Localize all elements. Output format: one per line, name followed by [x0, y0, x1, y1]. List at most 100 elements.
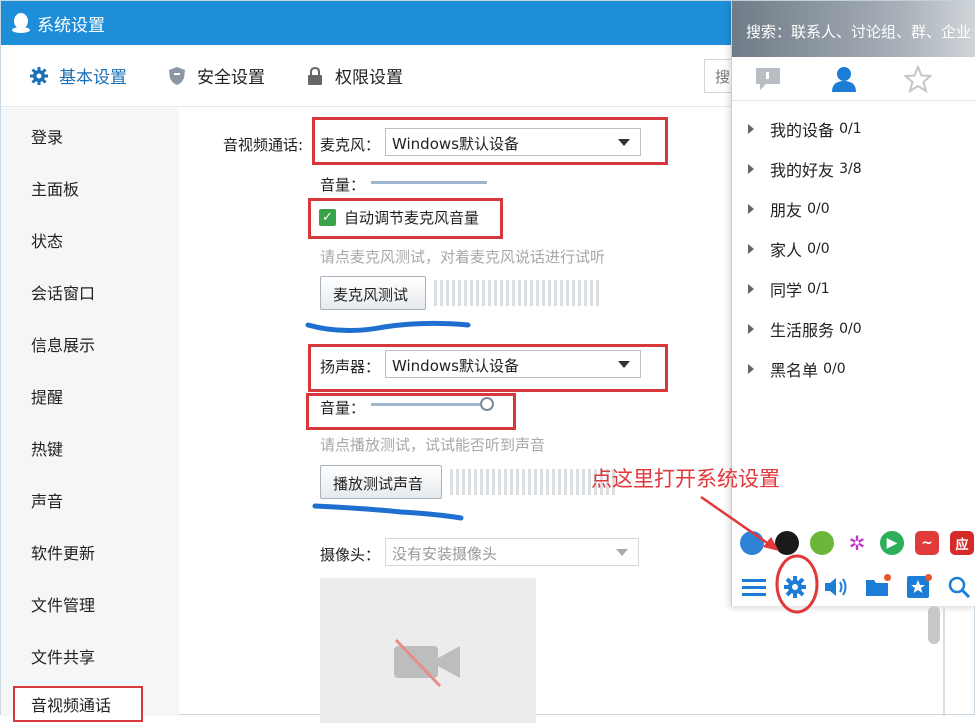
meter-bar [564, 469, 567, 495]
wallet-icon[interactable] [810, 531, 834, 555]
meter-bar [522, 469, 525, 495]
contact-group-family[interactable]: 家人 0/0 [748, 237, 830, 261]
meter-bar [470, 280, 473, 306]
camera-off-icon [394, 638, 460, 688]
meter-bar [468, 469, 471, 495]
meter-bar [504, 469, 507, 495]
meter-bar [548, 280, 551, 306]
contact-group-life-services[interactable]: 生活服务 0/0 [748, 317, 862, 341]
group-name: 同学 [770, 281, 803, 300]
meter-bar [584, 280, 587, 306]
tab-contacts[interactable] [828, 63, 860, 95]
contact-group-my-devices[interactable]: 我的设备 0/1 [748, 117, 862, 141]
meter-bar [500, 280, 503, 306]
sidebar-item-av-call[interactable]: 音视频通话 [13, 686, 143, 722]
tab-security-settings[interactable]: 安全设置 [167, 63, 265, 88]
sidebar-item-file-management[interactable]: 文件管理 [1, 578, 179, 630]
meter-bar [506, 280, 509, 306]
meter-bar [456, 469, 459, 495]
app-store-icon[interactable]: 应 [950, 531, 974, 555]
meter-bar [576, 469, 579, 495]
speaker-icon[interactable] [822, 573, 850, 601]
sidebar-item-file-sharing[interactable]: 文件共享 [1, 630, 179, 682]
meter-bar [578, 280, 581, 306]
sidebar-item-software-update[interactable]: 软件更新 [1, 526, 179, 578]
speaker-volume-label: 音量： [320, 399, 366, 417]
sidebar-item-login[interactable]: 登录 [1, 110, 179, 162]
speaker-test-button[interactable]: 播放测试声音 [320, 465, 442, 499]
tab-label: 基本设置 [59, 68, 127, 88]
contact-search-input[interactable]: 搜索：联系人、讨论组、群、企业 [732, 1, 975, 57]
panel-scrollbar[interactable] [928, 606, 940, 644]
pinwheel-icon[interactable]: ✲ [845, 531, 869, 555]
group-count: 3/8 [839, 161, 862, 177]
sidebar-item-chat-window[interactable]: 会话窗口 [1, 266, 179, 318]
tab-messages[interactable] [752, 63, 784, 95]
expand-arrow-icon [748, 204, 754, 214]
meter-bar [464, 280, 467, 306]
video-play-icon[interactable]: ▶ [880, 531, 904, 555]
meter-bar [452, 280, 455, 306]
meter-bar [476, 280, 479, 306]
contact-group-blacklist[interactable]: 黑名单 0/0 [748, 357, 846, 381]
tab-basic-settings[interactable]: 基本设置 [29, 63, 127, 88]
auto-adjust-checkbox[interactable]: ✓ [319, 209, 336, 226]
blue-scribble-mark [312, 503, 464, 521]
mic-device-select[interactable]: Windows默认设备 [385, 128, 641, 156]
contact-group-friends[interactable]: 朋友 0/0 [748, 197, 830, 221]
sidebar-item-info-display[interactable]: 信息展示 [1, 318, 179, 370]
contact-group-classmates[interactable]: 同学 0/1 [748, 277, 830, 301]
meter-bar [462, 469, 465, 495]
camera-preview [320, 578, 536, 723]
annotation-circle [775, 554, 819, 614]
group-name: 朋友 [770, 201, 803, 220]
group-name: 我的好友 [770, 161, 835, 180]
blue-scribble-mark [305, 320, 471, 334]
speaker-volume-knob[interactable] [480, 397, 494, 411]
group-name: 黑名单 [770, 361, 819, 380]
main-menu-icon[interactable] [740, 573, 768, 601]
meter-bar [570, 469, 573, 495]
tab-permission-settings[interactable]: 权限设置 [305, 63, 403, 88]
meter-bar [516, 469, 519, 495]
meter-bar [498, 469, 501, 495]
speaker-hint-text: 请点播放测试，试试能否听到声音 [320, 436, 546, 454]
search-icon[interactable] [945, 573, 973, 601]
contact-group-my-friends[interactable]: 我的好友 3/8 [748, 157, 862, 181]
meter-bar [560, 280, 563, 306]
sidebar-item-main-panel[interactable]: 主面板 [1, 162, 179, 214]
meter-bar [552, 469, 555, 495]
meter-bar [446, 280, 449, 306]
sidebar-item-sound[interactable]: 声音 [1, 474, 179, 526]
expand-arrow-icon [748, 124, 754, 134]
speaker-device-select[interactable]: Windows默认设备 [385, 350, 641, 378]
person-icon [832, 67, 856, 92]
speaker-label: 扬声器： [320, 358, 381, 376]
folder-icon[interactable] [863, 573, 891, 601]
divider [943, 606, 945, 716]
sidebar-item-reminder[interactable]: 提醒 [1, 370, 179, 422]
speaker-volume-slider[interactable] [371, 403, 487, 406]
panel-bottom-toolbar [732, 568, 975, 606]
sidebar-item-status[interactable]: 状态 [1, 214, 179, 266]
mic-volume-slider[interactable] [371, 181, 487, 184]
tab-favorites[interactable] [902, 63, 934, 95]
group-count: 0/1 [807, 281, 830, 297]
camera-value: 没有安装摄像头 [392, 545, 498, 563]
group-count: 0/0 [807, 241, 830, 257]
meter-bar [512, 280, 515, 306]
meter-bar [518, 280, 521, 306]
favorites-box-icon[interactable] [904, 573, 932, 601]
meter-bar [480, 469, 483, 495]
stock-icon[interactable]: ~ [915, 531, 939, 555]
annotation-arrow [700, 495, 779, 551]
mic-device-value: Windows默认设备 [392, 135, 519, 153]
meter-bar [582, 469, 585, 495]
group-count: 0/0 [839, 321, 862, 337]
av-settings-content: 音视频通话: 麦克风： Windows默认设备 音量： ✓ 自动调节麦克风音量 … [179, 108, 731, 723]
mic-test-button[interactable]: 麦克风测试 [320, 276, 426, 310]
section-label: 音视频通话: [223, 136, 304, 154]
meter-bar [536, 280, 539, 306]
sidebar-item-hotkeys[interactable]: 热键 [1, 422, 179, 474]
camera-select[interactable]: 没有安装摄像头 [385, 538, 639, 566]
